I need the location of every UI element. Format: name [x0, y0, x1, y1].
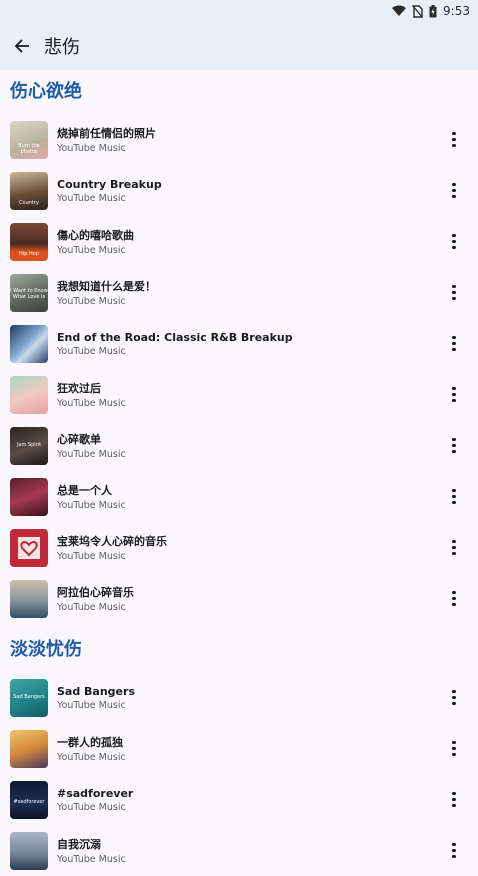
arrow-back-icon [14, 39, 29, 53]
item-subtitle: YouTube Music [57, 854, 126, 865]
item-title: 阿拉伯心碎音乐 [57, 586, 134, 599]
section-heartbreak: 伤心欲绝 Burn the photos 烧掉前任情侣的照片 YouTube Mu… [0, 70, 478, 624]
item-subtitle: YouTube Music [57, 398, 126, 409]
item-title: Sad Bangers [57, 684, 135, 698]
more-options-button[interactable] [442, 485, 466, 509]
no-sim-icon [412, 4, 424, 18]
more-options-button[interactable] [442, 332, 466, 356]
list-item[interactable]: #sadforever #sadforever YouTube Music [0, 774, 478, 825]
item-title: Country Breakup [57, 177, 162, 191]
wifi-icon [392, 5, 407, 16]
playlist-thumbnail: Sad Bangers [10, 678, 48, 717]
more-vert-icon [452, 740, 456, 757]
content-list: 伤心欲绝 Burn the photos 烧掉前任情侣的照片 YouTube Mu… [0, 70, 478, 876]
more-vert-icon [452, 335, 456, 352]
item-title: 心碎歌单 [57, 433, 101, 446]
more-options-button[interactable] [442, 128, 466, 152]
more-vert-icon [452, 182, 456, 199]
item-title: 宝莱坞令人心碎的音乐 [57, 535, 167, 548]
item-title: 总是一个人 [57, 484, 112, 497]
list-item[interactable]: Hip Hop 傷心的嘻哈歌曲 YouTube Music [0, 216, 478, 267]
more-vert-icon [452, 689, 456, 706]
more-vert-icon [452, 590, 456, 607]
playlist-thumbnail: I Want to Know What Love Is [10, 273, 48, 312]
playlist-thumbnail [10, 477, 48, 516]
page-title: 悲伤 [44, 37, 80, 58]
more-options-button[interactable] [442, 179, 466, 203]
more-options-button[interactable] [442, 587, 466, 611]
more-vert-icon [452, 386, 456, 403]
section-title: 伤心欲绝 [10, 81, 82, 102]
list-item[interactable]: 总是一个人 YouTube Music [0, 471, 478, 522]
more-options-button[interactable] [442, 737, 466, 761]
item-subtitle: YouTube Music [57, 345, 126, 357]
heart-icon [18, 536, 40, 559]
item-subtitle: YouTube Music [57, 602, 126, 613]
list-item[interactable]: 宝莱坞令人心碎的音乐 YouTube Music [0, 522, 478, 573]
more-options-button[interactable] [442, 536, 466, 560]
list-item[interactable]: Burn the photos 烧掉前任情侣的照片 YouTube Music [0, 114, 478, 165]
playlist-thumbnail [10, 375, 48, 414]
playlist-thumbnail: Hip Hop [10, 222, 48, 261]
item-title: 烧掉前任情侣的照片 [57, 127, 156, 140]
more-options-button[interactable] [442, 434, 466, 458]
list-item[interactable]: 阿拉伯心碎音乐 YouTube Music [0, 573, 478, 624]
item-subtitle: YouTube Music [57, 500, 126, 511]
list-item[interactable]: End of the Road: Classic R&B Breakup YouT… [0, 318, 478, 369]
playlist-thumbnail: Jam Spirit [10, 426, 48, 465]
list-item[interactable]: 一群人的孤独 YouTube Music [0, 723, 478, 774]
status-time: 9:53 [443, 4, 470, 18]
item-subtitle: YouTube Music [57, 699, 126, 711]
item-title: #sadforever [57, 786, 134, 800]
playlist-thumbnail: Country [10, 171, 48, 210]
item-subtitle: YouTube Music [57, 192, 126, 204]
more-options-button[interactable] [442, 788, 466, 812]
section-title: 淡淡忧伤 [10, 639, 82, 660]
playlist-thumbnail [10, 528, 48, 567]
playlist-thumbnail: #sadforever [10, 780, 48, 819]
playlist-thumbnail [10, 579, 48, 618]
item-subtitle: YouTube Music [57, 449, 126, 460]
item-subtitle: YouTube Music [57, 245, 126, 256]
list-item[interactable]: Sad Bangers Sad Bangers YouTube Music [0, 672, 478, 723]
more-options-button[interactable] [442, 281, 466, 305]
status-bar: 9:53 [0, 0, 478, 22]
more-vert-icon [452, 284, 456, 301]
item-subtitle: YouTube Music [57, 752, 126, 763]
more-vert-icon [452, 791, 456, 808]
item-title: 傷心的嘻哈歌曲 [57, 229, 134, 242]
more-options-button[interactable] [442, 383, 466, 407]
item-subtitle: YouTube Music [57, 801, 126, 813]
list-item[interactable]: Country Country Breakup YouTube Music [0, 165, 478, 216]
item-title: End of the Road: Classic R&B Breakup [57, 330, 293, 344]
list-item[interactable]: 狂欢过后 YouTube Music [0, 369, 478, 420]
more-vert-icon [452, 539, 456, 556]
more-options-button[interactable] [442, 686, 466, 710]
item-subtitle: YouTube Music [57, 296, 126, 307]
more-vert-icon [452, 488, 456, 505]
item-title: 我想知道什么是爱！ [57, 280, 156, 293]
back-button[interactable] [10, 34, 34, 58]
item-subtitle: YouTube Music [57, 551, 126, 562]
more-vert-icon [452, 233, 456, 250]
app-bar: 悲伤 [0, 22, 478, 70]
item-title: 一群人的孤独 [57, 736, 123, 749]
list-item[interactable]: Jam Spirit 心碎歌单 YouTube Music [0, 420, 478, 471]
more-vert-icon [452, 437, 456, 454]
playlist-thumbnail [10, 729, 48, 768]
battery-icon [429, 4, 437, 17]
playlist-thumbnail: Burn the photos [10, 120, 48, 159]
more-vert-icon [452, 131, 456, 148]
playlist-thumbnail [10, 324, 48, 363]
item-title: 自我沉溺 [57, 838, 101, 851]
more-options-button[interactable] [442, 230, 466, 254]
section-melancholy: 淡淡忧伤 Sad Bangers Sad Bangers YouTube Musi… [0, 628, 478, 876]
item-title: 狂欢过后 [57, 382, 101, 395]
item-subtitle: YouTube Music [57, 143, 126, 154]
list-item[interactable]: I Want to Know What Love Is 我想知道什么是爱！ You… [0, 267, 478, 318]
